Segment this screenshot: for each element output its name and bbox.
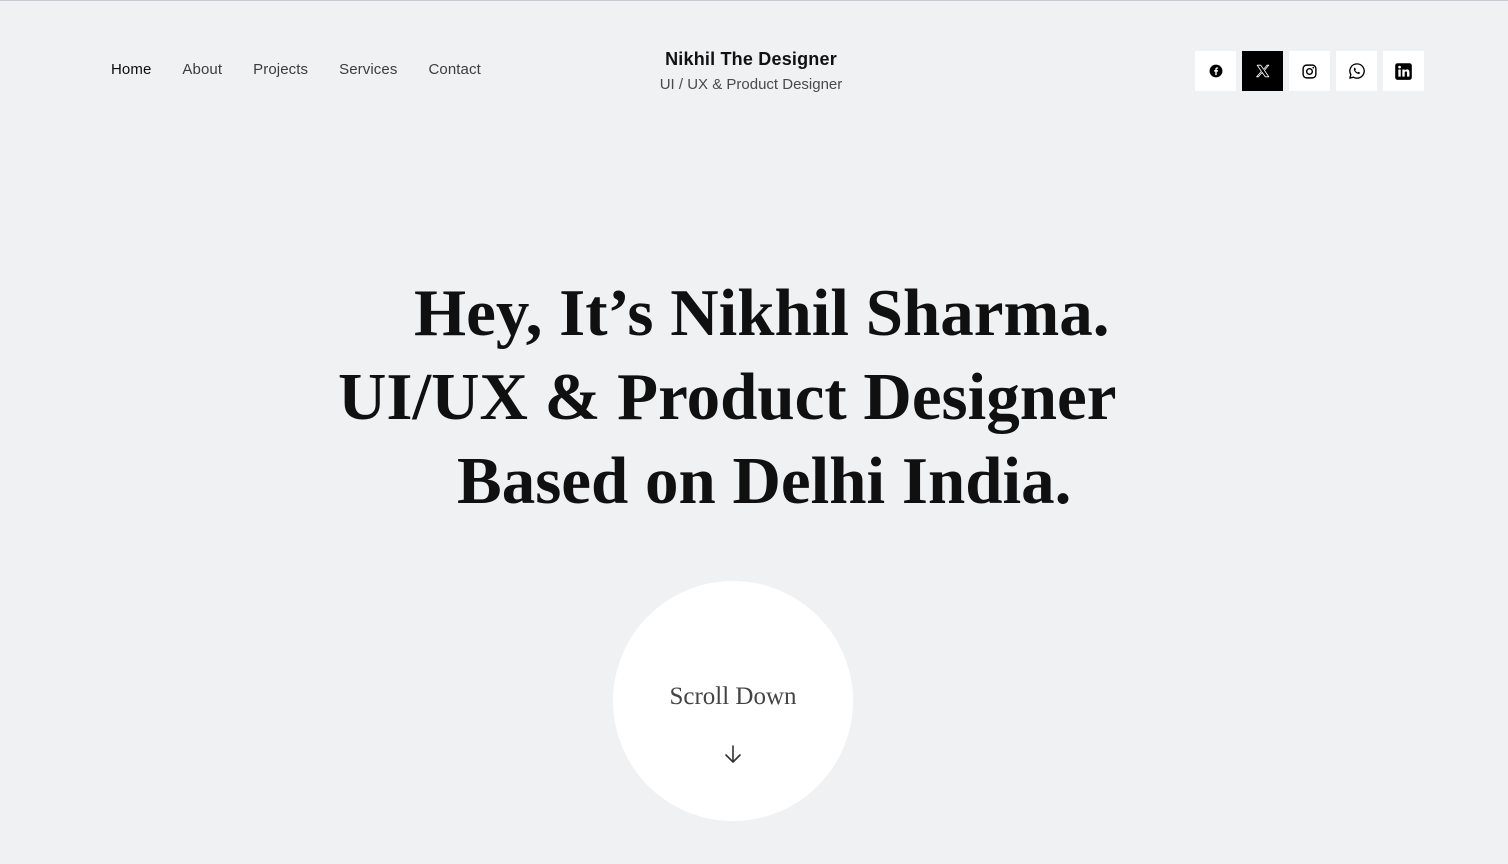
hero-line-1: Hey, It’s Nikhil Sharma. [414, 276, 1110, 350]
x-button[interactable] [1242, 51, 1283, 91]
linkedin-icon [1395, 62, 1412, 80]
facebook-icon [1209, 64, 1222, 78]
whatsapp-button[interactable] [1336, 51, 1377, 91]
scroll-down-label: Scroll Down [669, 683, 797, 710]
linkedin-button[interactable] [1383, 51, 1424, 91]
whatsapp-icon [1348, 63, 1365, 79]
social-links [1195, 51, 1424, 91]
hero-line-3: Based on Delhi India. [457, 444, 1072, 518]
instagram-button[interactable] [1289, 51, 1330, 91]
x-twitter-icon [1255, 64, 1269, 78]
instagram-icon [1302, 63, 1317, 79]
facebook-button[interactable] [1195, 51, 1236, 91]
scroll-down-button[interactable]: Scroll Down [613, 581, 853, 821]
hero-line-2: UI/UX & Product Designer [338, 360, 1117, 434]
arrow-down-icon [725, 745, 741, 763]
